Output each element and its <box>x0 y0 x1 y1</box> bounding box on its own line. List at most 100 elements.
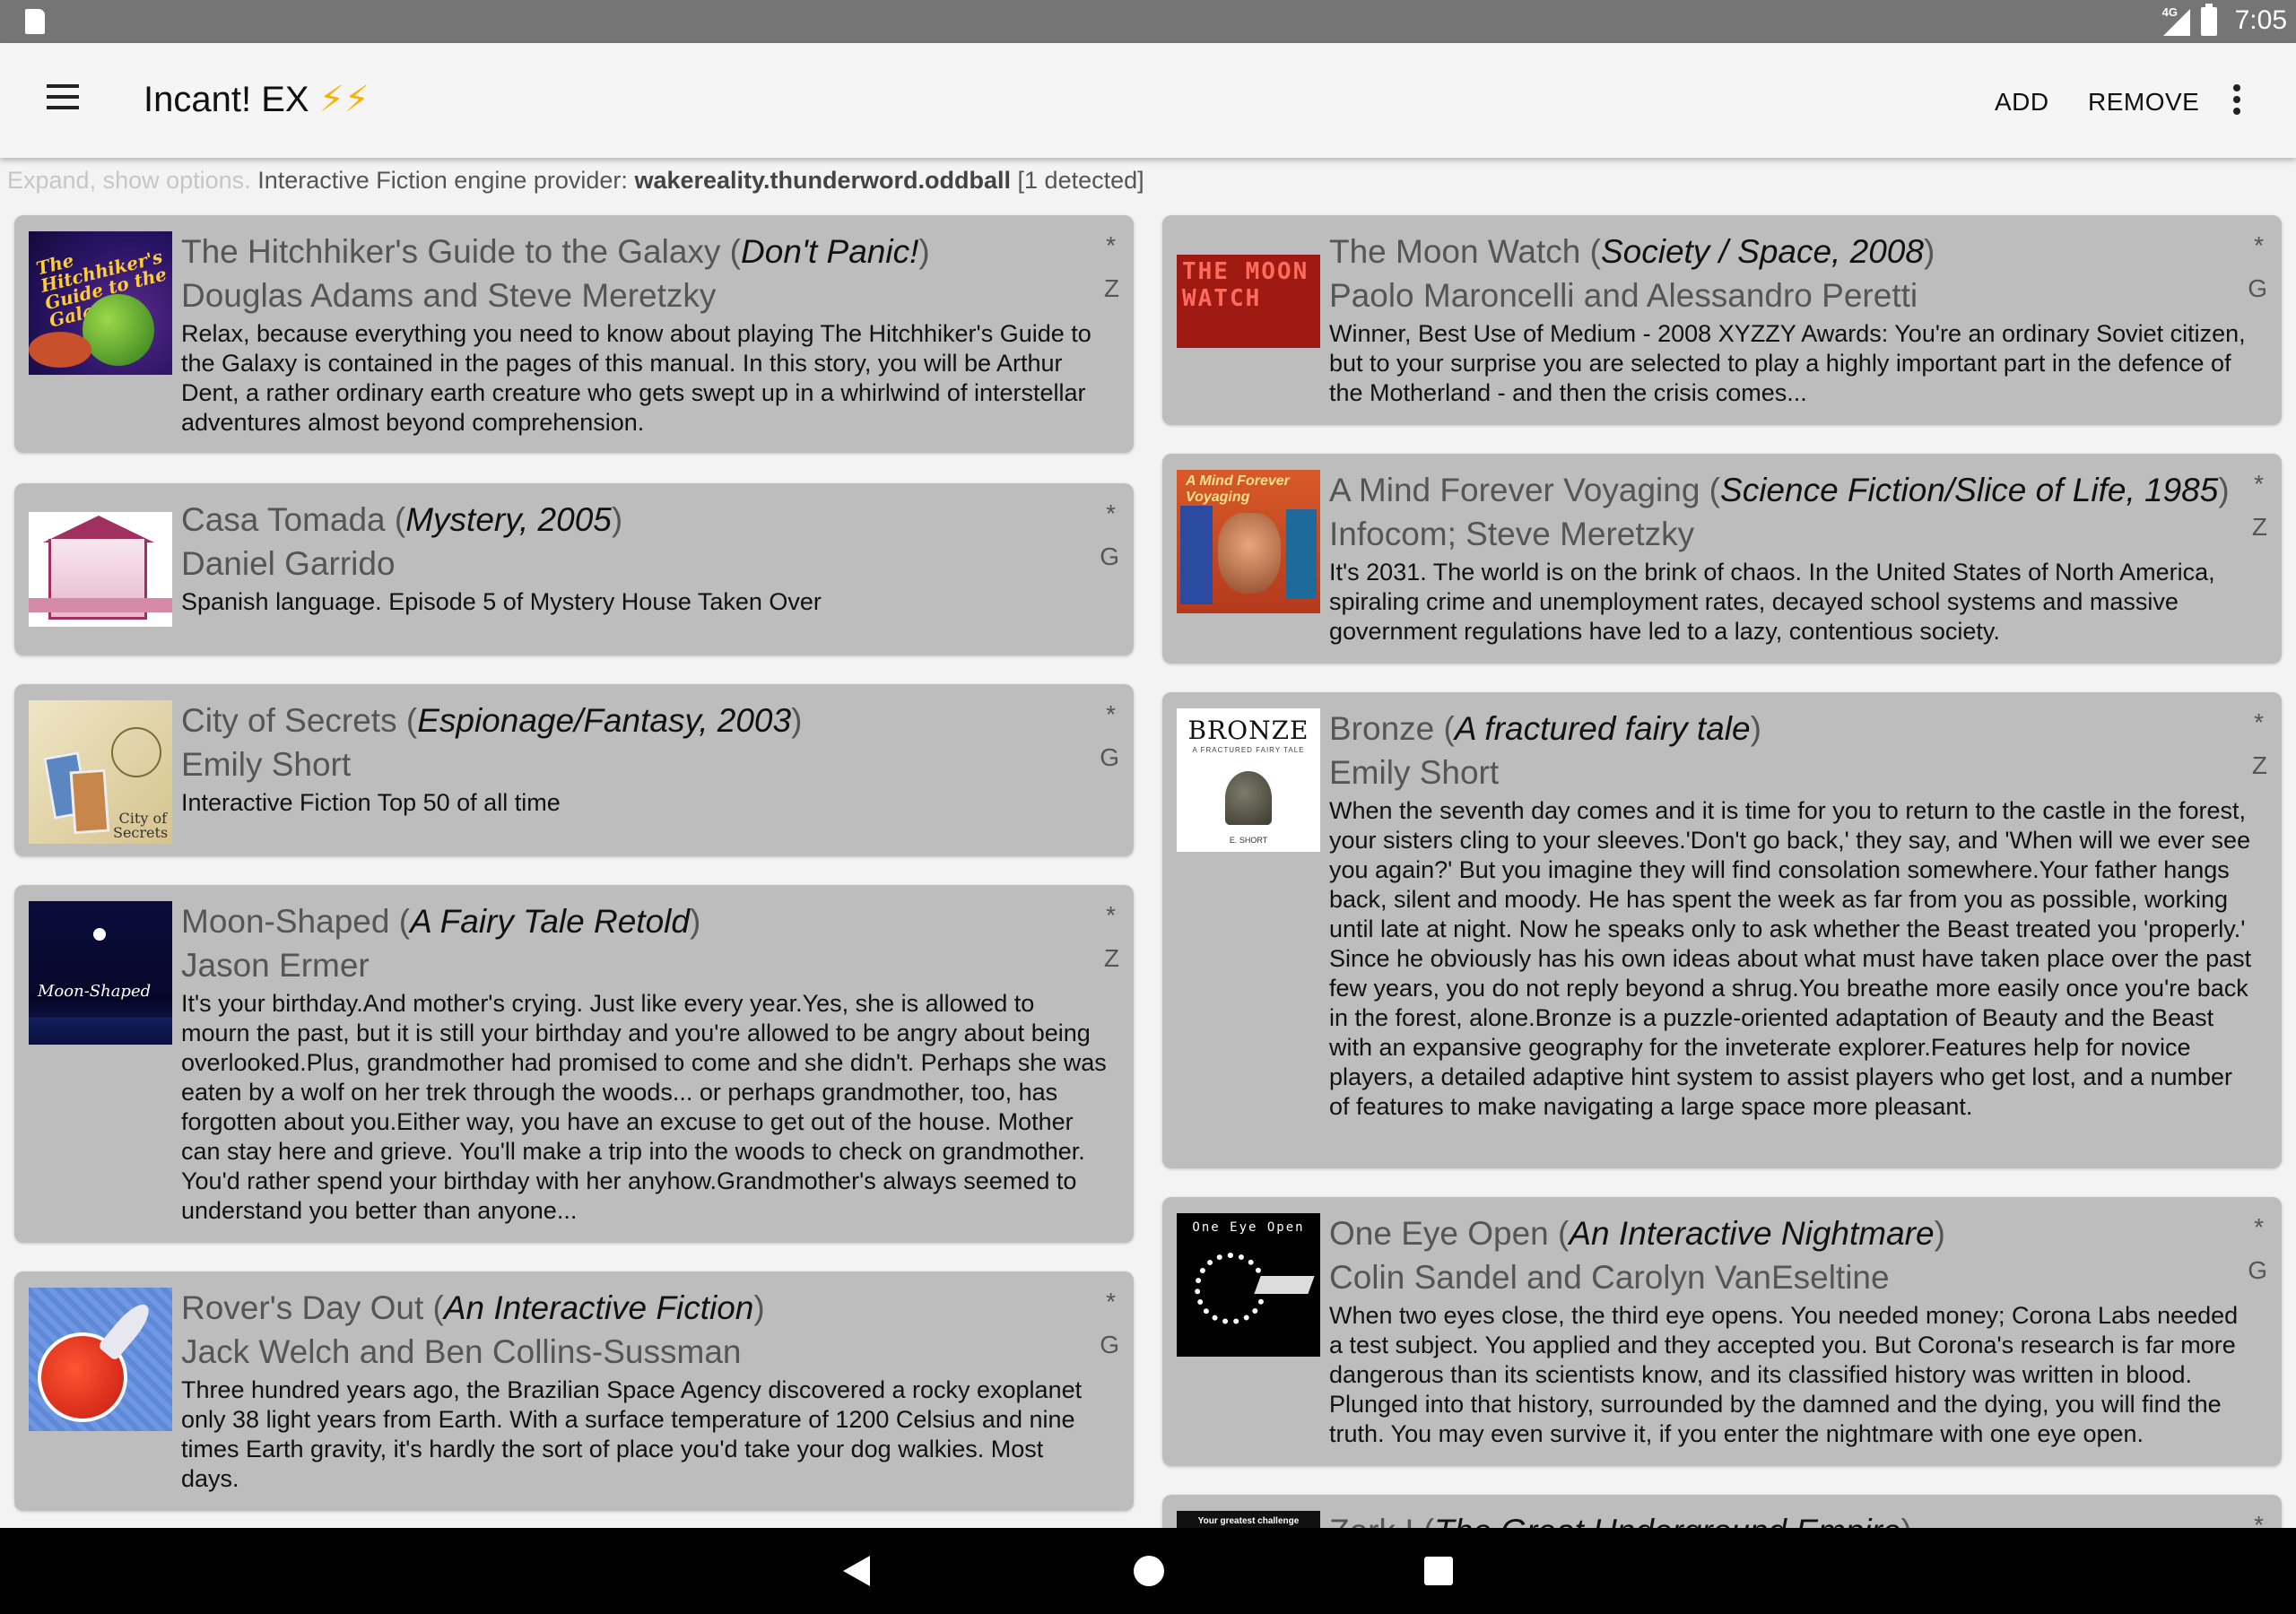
status-time: 7:05 <box>2234 5 2287 35</box>
story-genre: Science Fiction/Slice of Life, 1985 <box>1720 472 2219 508</box>
story-card-hitchhikers[interactable]: The Hitchhiker's Guide to the Galaxy The… <box>14 215 1134 453</box>
story-title: Casa Tomada (Mystery, 2005) <box>181 501 623 538</box>
story-text: One Eye Open (An Interactive Nightmare) … <box>1329 1211 2255 1449</box>
story-card-moon-watch[interactable]: THE MOON WATCH The Moon Watch (Society /… <box>1162 215 2282 425</box>
story-description: Winner, Best Use of Medium - 2008 XYZZY … <box>1329 320 2246 406</box>
story-author: Jason Ermer <box>181 947 370 984</box>
provider-count: [1 detected] <box>1017 167 1144 194</box>
cover-title: BRONZE <box>1187 716 1309 745</box>
cover-title: A Mind Forever Voyaging <box>1186 473 1290 505</box>
story-title: Moon-Shaped (A Fairy Tale Retold) <box>181 903 701 940</box>
story-author: Jack Welch and Ben Collins-Sussman <box>181 1333 742 1370</box>
favorite-star[interactable]: * <box>1106 1288 1116 1316</box>
story-description: Spanish language. Episode 5 of Mystery H… <box>181 588 822 615</box>
battery-icon <box>2201 4 2217 36</box>
app-screen: 4G 7:05 Incant! EX ⚡⚡ ADD REMOVE Expand,… <box>0 0 2296 1614</box>
app-title-text: Incant! EX <box>144 80 309 119</box>
story-text: The Moon Watch (Society / Space, 2008) P… <box>1329 230 2255 408</box>
favorite-star[interactable]: * <box>1106 499 1116 528</box>
recents-icon[interactable] <box>1424 1557 1453 1585</box>
story-genre: Mystery, 2005 <box>405 501 612 538</box>
favorite-star[interactable]: * <box>1106 901 1116 930</box>
engine-code: G <box>1100 542 1119 570</box>
story-cover: A Mind Forever Voyaging <box>1177 470 1320 613</box>
expand-options-link[interactable]: Expand, show options. <box>7 167 251 194</box>
engine-code: G <box>2248 1256 2267 1284</box>
story-text: Bronze (A fractured fairy tale) Emily Sh… <box>1329 707 2255 1122</box>
engine-code: Z <box>2251 513 2267 541</box>
favorite-star[interactable]: * <box>1106 700 1116 729</box>
story-description: Interactive Fiction Top 50 of all time <box>181 789 561 816</box>
story-card-one-eye-open[interactable]: One Eye Open One Eye Open (An Interactiv… <box>1162 1197 2282 1466</box>
favorite-star[interactable]: * <box>2254 1213 2264 1242</box>
story-text: City of Secrets (Espionage/Fantasy, 2003… <box>181 699 1107 818</box>
app-bar: Incant! EX ⚡⚡ ADD REMOVE <box>0 43 2296 158</box>
story-cover: The Hitchhiker's Guide to the Galaxy <box>29 231 172 375</box>
story-author: Douglas Adams and Steve Meretzky <box>181 277 717 314</box>
story-description: Three hundred years ago, the Brazilian S… <box>181 1376 1083 1492</box>
remove-button[interactable]: REMOVE <box>2088 88 2199 117</box>
story-title: City of Secrets (Espionage/Fantasy, 2003… <box>181 702 803 739</box>
cover-author: E. SHORT <box>1229 836 1268 845</box>
story-author: Emily Short <box>1329 754 1500 791</box>
lightning-icon: ⚡⚡ <box>318 80 370 119</box>
menu-icon[interactable] <box>47 84 83 113</box>
provider-name: wakereality.thunderword.oddball <box>634 167 1012 194</box>
story-cover: THE MOON WATCH <box>1177 255 1320 348</box>
story-genre: Espionage/Fantasy, 2003 <box>417 702 792 739</box>
story-card-city-of-secrets[interactable]: City of Secrets City of Secrets (Espiona… <box>14 684 1134 856</box>
favorite-star[interactable]: * <box>2254 470 2264 499</box>
story-text: The Hitchhiker's Guide to the Galaxy (Do… <box>181 230 1107 438</box>
overflow-menu-icon[interactable] <box>2233 84 2244 117</box>
network-type: 4G <box>2161 5 2178 19</box>
story-card-rovers-day-out[interactable]: Rover's Day Out (An Interactive Fiction)… <box>14 1271 1134 1511</box>
favorite-star[interactable]: * <box>2254 708 2264 737</box>
bell-icon <box>1225 771 1272 825</box>
story-text: Rover's Day Out (An Interactive Fiction)… <box>181 1286 1107 1494</box>
story-genre: A Fairy Tale Retold <box>410 903 690 940</box>
story-title: Rover's Day Out (An Interactive Fiction) <box>181 1289 765 1326</box>
back-icon[interactable] <box>843 1556 870 1586</box>
story-genre: An Interactive Fiction <box>443 1289 754 1326</box>
add-button[interactable]: ADD <box>1995 88 2049 117</box>
story-cover: City of Secrets <box>29 700 172 844</box>
cover-subtitle: A FRACTURED FAIRY TALE <box>1192 746 1305 754</box>
story-card-casa-tomada[interactable]: Casa Tomada (Mystery, 2005) Daniel Garri… <box>14 483 1134 655</box>
story-card-bronze[interactable]: BRONZE A FRACTURED FAIRY TALE E. SHORT B… <box>1162 692 2282 1168</box>
story-author: Infocom; Steve Meretzky <box>1329 516 1695 552</box>
system-nav-bar <box>0 1528 2296 1614</box>
cover-title: City of Secrets <box>113 810 169 841</box>
story-cover <box>29 512 172 627</box>
story-card-moon-shaped[interactable]: Moon-Shaped Moon-Shaped (A Fairy Tale Re… <box>14 885 1134 1243</box>
story-cover: Moon-Shaped <box>29 901 172 1045</box>
cover-title: THE MOON WATCH <box>1182 258 1309 312</box>
story-title: A Mind Forever Voyaging (Science Fiction… <box>1329 472 2230 508</box>
story-title: The Hitchhiker's Guide to the Galaxy (Do… <box>181 233 930 270</box>
engine-code: Z <box>1103 274 1119 302</box>
story-title: One Eye Open (An Interactive Nightmare) <box>1329 1215 1945 1252</box>
story-cover: One Eye Open <box>1177 1213 1320 1357</box>
engine-provider-line: Expand, show options. Interactive Fictio… <box>7 167 1144 195</box>
engine-code: G <box>1100 1331 1119 1358</box>
story-description: It's 2031. The world is on the brink of … <box>1329 559 2215 645</box>
story-description: It's your birthday.And mother's crying. … <box>181 990 1107 1224</box>
story-cover <box>29 1288 172 1431</box>
page-title: Incant! EX ⚡⚡ <box>144 79 370 120</box>
story-description: Relax, because everything you need to kn… <box>181 320 1091 436</box>
favorite-star[interactable]: * <box>1106 231 1116 260</box>
story-card-a-mind-forever-voyaging[interactable]: A Mind Forever Voyaging A Mind Forever V… <box>1162 454 2282 664</box>
home-icon[interactable] <box>1134 1556 1164 1586</box>
engine-code: G <box>1100 743 1119 771</box>
story-text: Casa Tomada (Mystery, 2005) Daniel Garri… <box>181 498 1107 617</box>
engine-code: Z <box>2251 751 2267 779</box>
sd-card-icon <box>25 9 45 34</box>
story-title: The Moon Watch (Society / Space, 2008) <box>1329 233 1935 270</box>
favorite-star[interactable]: * <box>2254 231 2264 260</box>
story-genre: An Interactive Nightmare <box>1569 1215 1935 1252</box>
engine-code: G <box>2248 274 2267 302</box>
story-genre: Society / Space, 2008 <box>1600 233 1924 270</box>
cover-title: One Eye Open <box>1192 1220 1305 1235</box>
engine-code: Z <box>1103 944 1119 972</box>
provider-prefix: Interactive Fiction engine provider: <box>257 167 628 194</box>
story-title: Bronze (A fractured fairy tale) <box>1329 710 1761 747</box>
